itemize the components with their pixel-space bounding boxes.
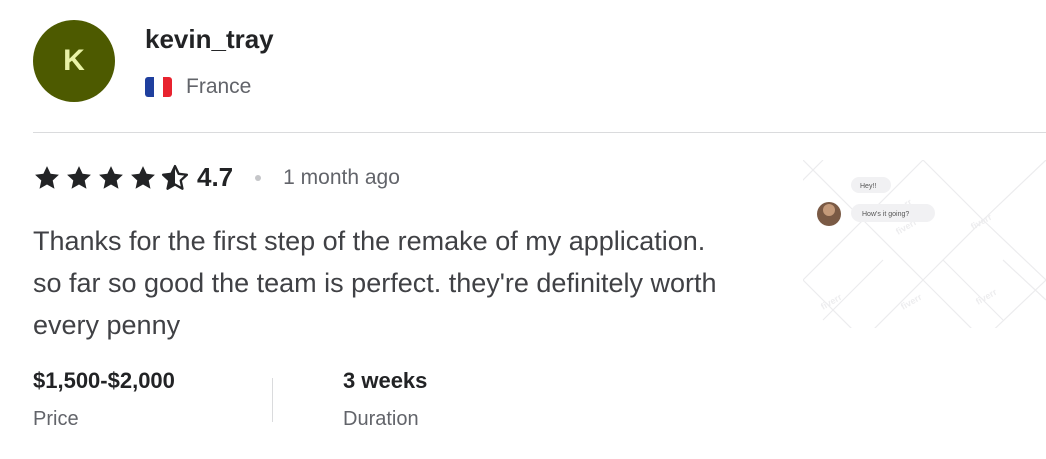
star-icon xyxy=(131,165,155,189)
separator-dot xyxy=(255,174,262,181)
reviewer-avatar[interactable]: K xyxy=(33,20,115,102)
work-sample-thumbnail[interactable]: fiverr fiverr fiverr fiverr fiverr fiver… xyxy=(803,160,1046,328)
star-half-icon xyxy=(161,164,189,190)
reviewer-username[interactable]: kevin_tray xyxy=(145,24,274,55)
price-block: $1,500-$2,000 Price xyxy=(33,368,175,431)
country-name: France xyxy=(186,75,252,98)
reviewer-country: France xyxy=(145,75,251,99)
france-flag-icon xyxy=(145,77,172,97)
duration-label: Duration xyxy=(343,408,419,430)
duration-block: 3 weeks Duration xyxy=(343,368,427,431)
avatar-initial: K xyxy=(63,44,85,77)
chat-bubble-2-text: How's it going? xyxy=(862,211,909,218)
review-text: Thanks for the first step of the remake … xyxy=(33,226,717,340)
rating-row: 4.7 1 month ago xyxy=(33,162,400,193)
header-divider xyxy=(33,132,1046,133)
star-icon xyxy=(99,165,123,189)
watermark-text: fiverr xyxy=(969,212,994,232)
watermark-text: fiverr xyxy=(899,292,924,312)
review-time: 1 month ago xyxy=(283,165,400,189)
meta-divider xyxy=(272,378,273,422)
duration-value: 3 weeks xyxy=(343,368,428,393)
star-icon xyxy=(35,165,59,189)
star-rating xyxy=(33,164,189,192)
price-value: $1,500-$2,000 xyxy=(33,368,175,393)
chat-bubble-1-text: Hey!! xyxy=(860,183,876,190)
star-icon xyxy=(67,165,91,189)
thumbnail-image: fiverr fiverr fiverr fiverr fiverr fiver… xyxy=(803,160,1046,328)
rating-value: 4.7 xyxy=(197,162,234,192)
price-label: Price xyxy=(33,408,79,430)
